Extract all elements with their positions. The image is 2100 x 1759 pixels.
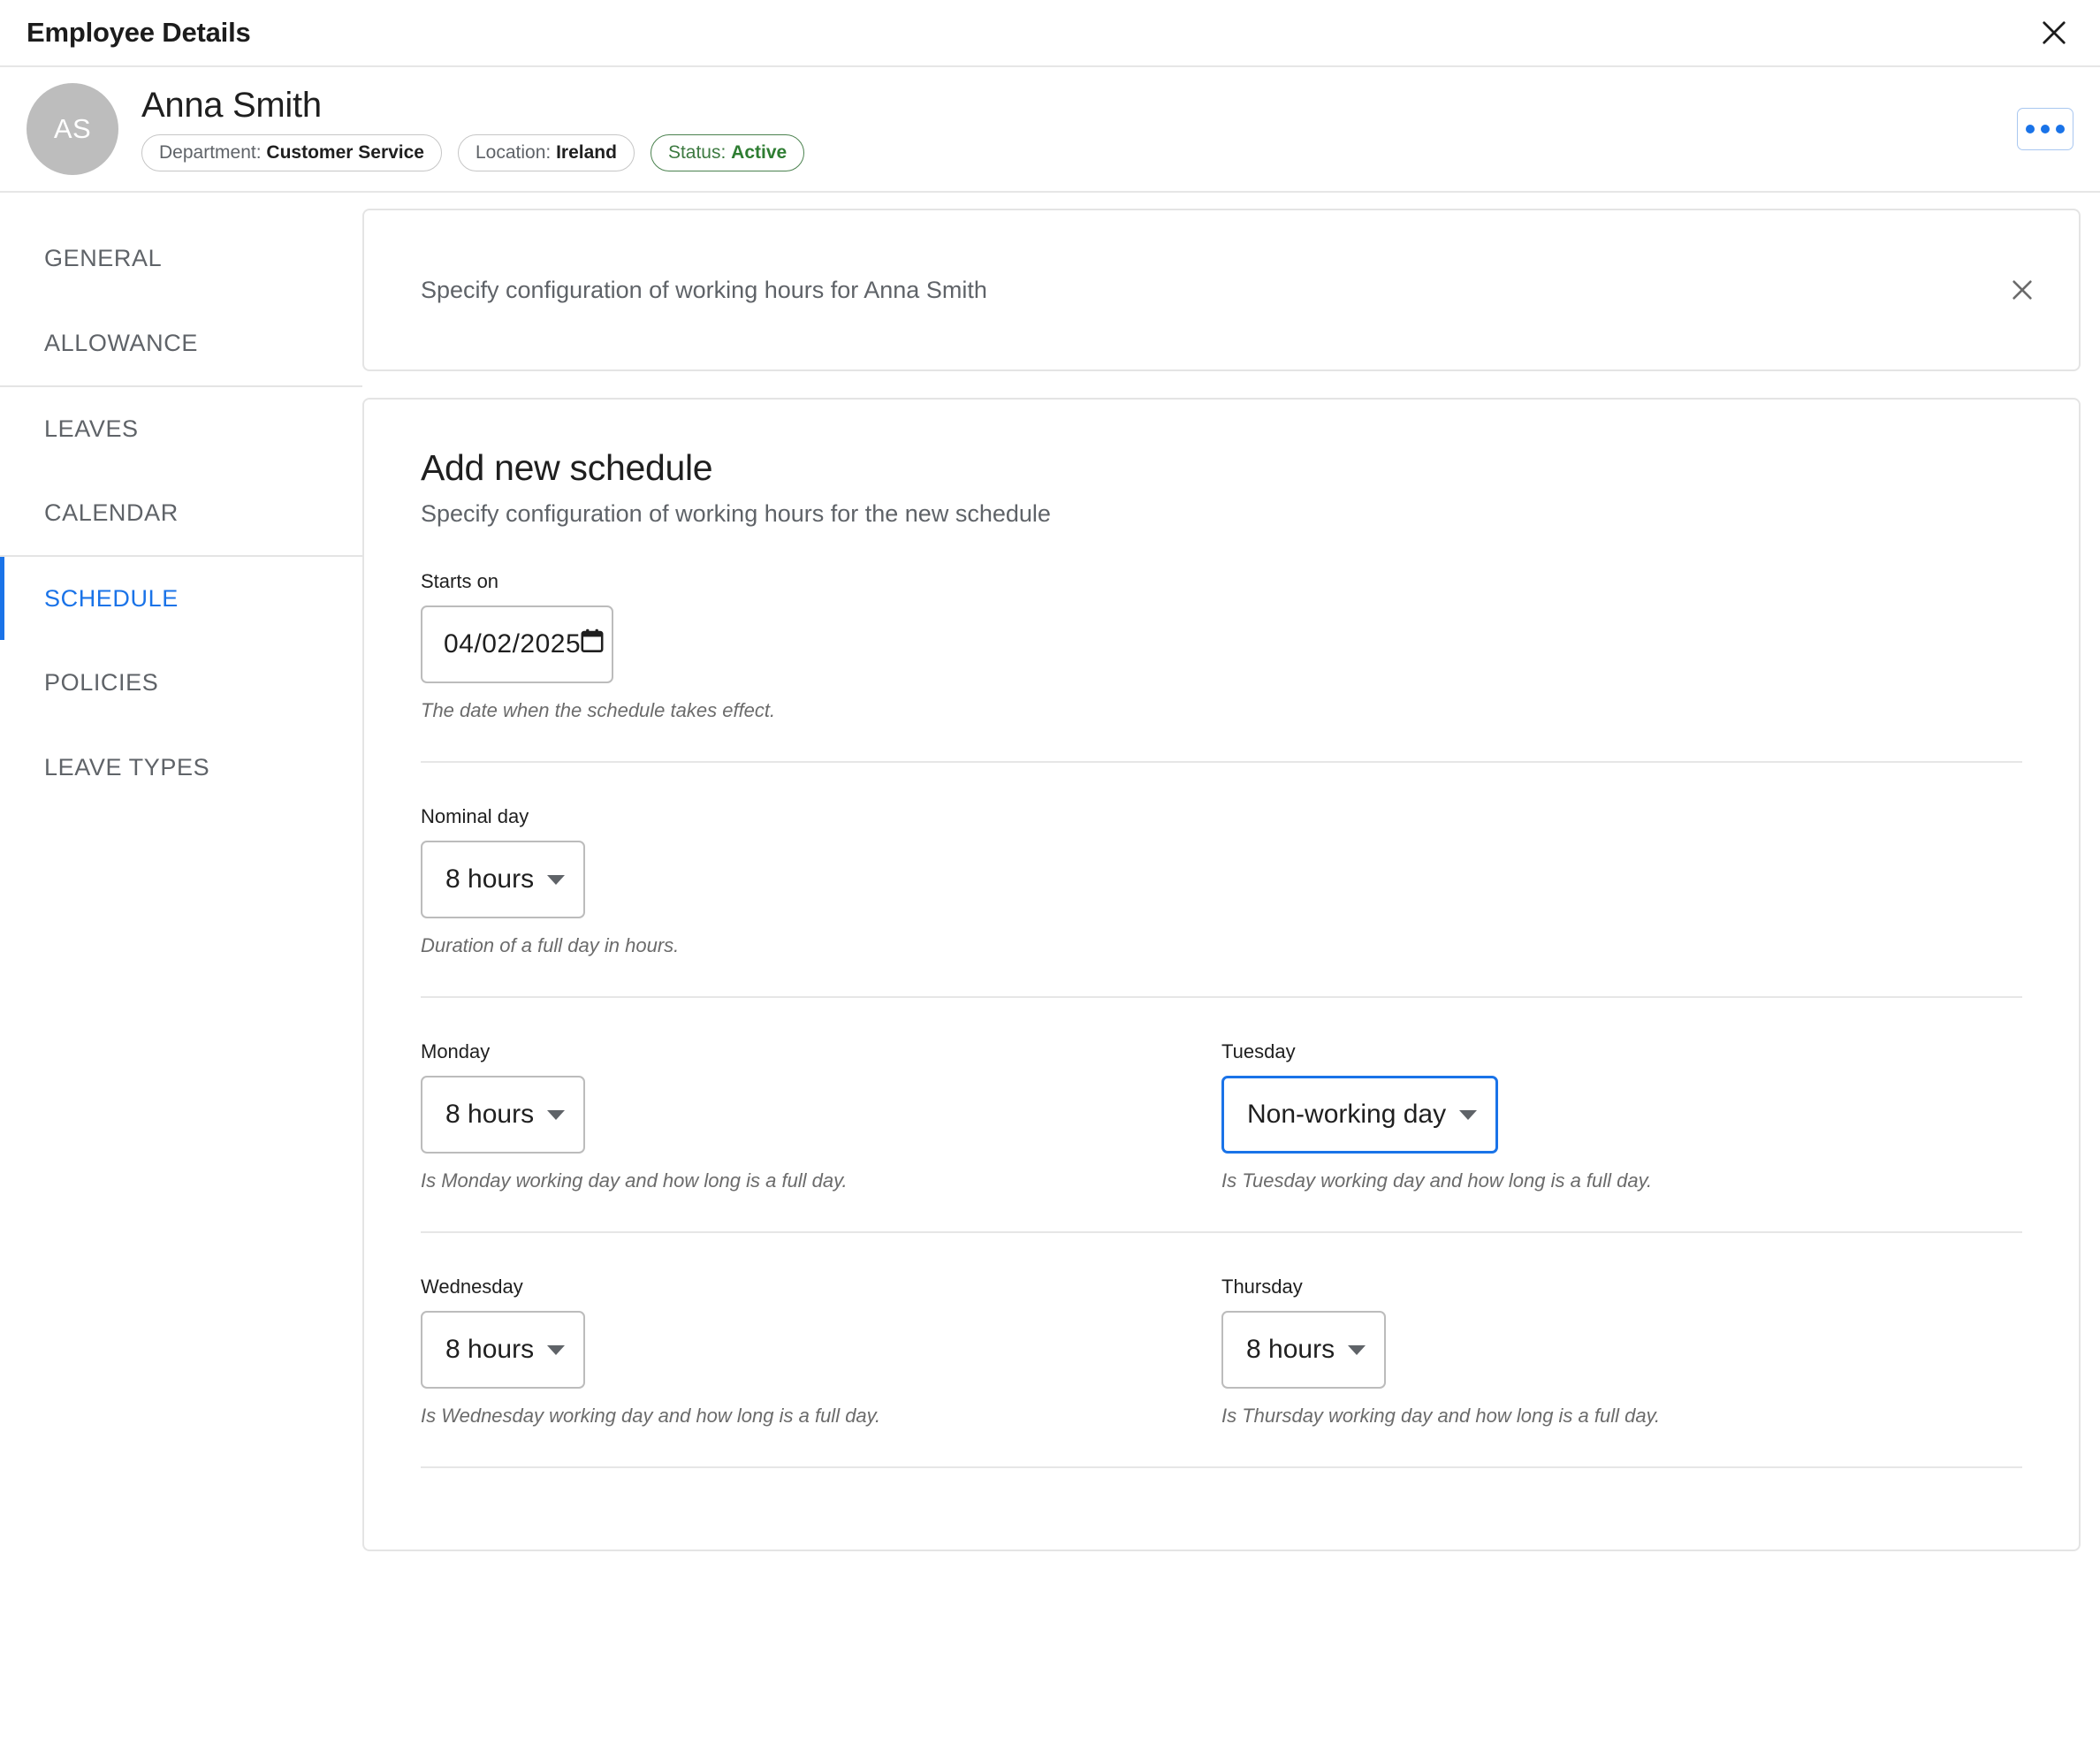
avatar-initials: AS	[53, 113, 92, 144]
starts-on-hint: The date when the schedule takes effect.	[421, 699, 776, 721]
nominal-day-select[interactable]: 8 hours	[421, 841, 586, 918]
employee-header: AS Anna Smith Department: Customer Servi…	[0, 67, 2100, 193]
sidebar-item-allowance[interactable]: ALLOWANCE	[0, 301, 362, 385]
banner-close-icon[interactable]	[1997, 265, 2047, 315]
sidebar-item-leaves[interactable]: LEAVES	[0, 385, 362, 470]
starts-on-date-value: 04/02/2025	[444, 629, 582, 659]
badge-department-value: Customer Service	[266, 141, 424, 163]
field-wednesday: Wednesday 8 hours Is Wednesday working d…	[421, 1275, 1221, 1428]
info-banner-text: Specify configuration of working hours f…	[421, 276, 987, 303]
thursday-hint: Is Thursday working day and how long is …	[1221, 1405, 1661, 1427]
ellipsis-icon[interactable]	[2017, 108, 2073, 150]
field-starts-on: Starts on 04/02/2025 The date when the s…	[421, 528, 2022, 761]
chevron-down-icon	[1459, 1109, 1478, 1120]
content-area: Specify configuration of working hours f…	[362, 193, 2100, 1551]
status-badge-value: Active	[731, 141, 788, 163]
sidebar-item-calendar[interactable]: CALENDAR	[0, 470, 362, 555]
chevron-down-icon	[547, 1344, 566, 1355]
employee-name: Anna Smith	[141, 85, 322, 125]
badge-department: Department: Customer Service	[141, 133, 442, 172]
add-schedule-card: Add new schedule Specify configuration o…	[362, 398, 2081, 1551]
nominal-day-label: Nominal day	[421, 805, 529, 827]
form-subtitle: Specify configuration of working hours f…	[421, 500, 1051, 527]
monday-hint: Is Monday working day and how long is a …	[421, 1169, 848, 1192]
tuesday-select[interactable]: Non-working day	[1221, 1076, 1499, 1154]
status-badge-label: Status:	[667, 141, 727, 163]
starts-on-date-input[interactable]: 04/02/2025	[421, 605, 613, 683]
form-title: Add new schedule	[421, 447, 713, 488]
day-row-wednesday-thursday: Wednesday 8 hours Is Wednesday working d…	[421, 1231, 2022, 1466]
tuesday-hint: Is Tuesday working day and how long is a…	[1221, 1169, 1653, 1192]
sidebar-item-policies[interactable]: POLICIES	[0, 640, 362, 725]
field-nominal-day: Nominal day 8 hours Duration of a full d…	[421, 761, 2022, 996]
tuesday-label: Tuesday	[1221, 1040, 1296, 1062]
thursday-select[interactable]: 8 hours	[1221, 1311, 1387, 1389]
dialog-body: GENERAL ALLOWANCE LEAVES CALENDAR SCHEDU…	[0, 193, 2100, 1759]
badge-department-label: Department:	[159, 141, 262, 163]
badge-location-label: Location:	[476, 141, 552, 163]
employee-info: Anna Smith Department: Customer Service …	[141, 85, 805, 172]
tuesday-value: Non-working day	[1247, 1100, 1447, 1129]
field-monday: Monday 8 hours Is Monday working day and…	[421, 1040, 1221, 1192]
monday-select[interactable]: 8 hours	[421, 1076, 586, 1154]
badge-location-value: Ireland	[556, 141, 617, 163]
chevron-down-icon	[1348, 1344, 1366, 1355]
chevron-down-icon	[547, 874, 566, 885]
monday-value: 8 hours	[445, 1100, 535, 1129]
day-row-monday-tuesday: Monday 8 hours Is Monday working day and…	[421, 996, 2022, 1231]
chevron-down-icon	[547, 1109, 566, 1120]
wednesday-value: 8 hours	[445, 1335, 535, 1364]
form-section-divider	[421, 1466, 2022, 1550]
nominal-day-value: 8 hours	[445, 864, 535, 894]
wednesday-hint: Is Wednesday working day and how long is…	[421, 1405, 881, 1427]
badge-location: Location: Ireland	[458, 133, 635, 172]
ellipsis-dot	[2041, 125, 2050, 133]
employee-badges: Department: Customer Service Location: I…	[141, 133, 805, 172]
wednesday-select[interactable]: 8 hours	[421, 1311, 586, 1389]
calendar-icon	[581, 628, 604, 660]
ellipsis-dot	[2056, 125, 2065, 133]
thursday-value: 8 hours	[1246, 1335, 1335, 1364]
field-tuesday: Tuesday Non-working day Is Tuesday worki…	[1221, 1040, 2022, 1192]
dialog-titlebar: Employee Details	[0, 0, 2100, 67]
field-thursday: Thursday 8 hours Is Thursday working day…	[1221, 1275, 2022, 1428]
ellipsis-dot	[2026, 125, 2035, 133]
sidebar-item-general[interactable]: GENERAL	[0, 216, 362, 301]
thursday-label: Thursday	[1221, 1275, 1303, 1298]
close-icon[interactable]	[2029, 8, 2079, 57]
sidebar: GENERAL ALLOWANCE LEAVES CALENDAR SCHEDU…	[0, 193, 362, 810]
sidebar-item-schedule[interactable]: SCHEDULE	[0, 555, 362, 640]
nominal-day-hint: Duration of a full day in hours.	[421, 934, 680, 956]
avatar: AS	[27, 83, 118, 175]
form-header: Add new schedule Specify configuration o…	[421, 447, 2022, 528]
page-title: Employee Details	[27, 17, 251, 48]
sidebar-item-leave-types[interactable]: LEAVE TYPES	[0, 725, 362, 810]
wednesday-label: Wednesday	[421, 1275, 523, 1298]
status-badge: Status: Active	[650, 133, 805, 172]
monday-label: Monday	[421, 1040, 491, 1062]
info-banner: Specify configuration of working hours f…	[362, 209, 2081, 371]
starts-on-label: Starts on	[421, 570, 499, 592]
